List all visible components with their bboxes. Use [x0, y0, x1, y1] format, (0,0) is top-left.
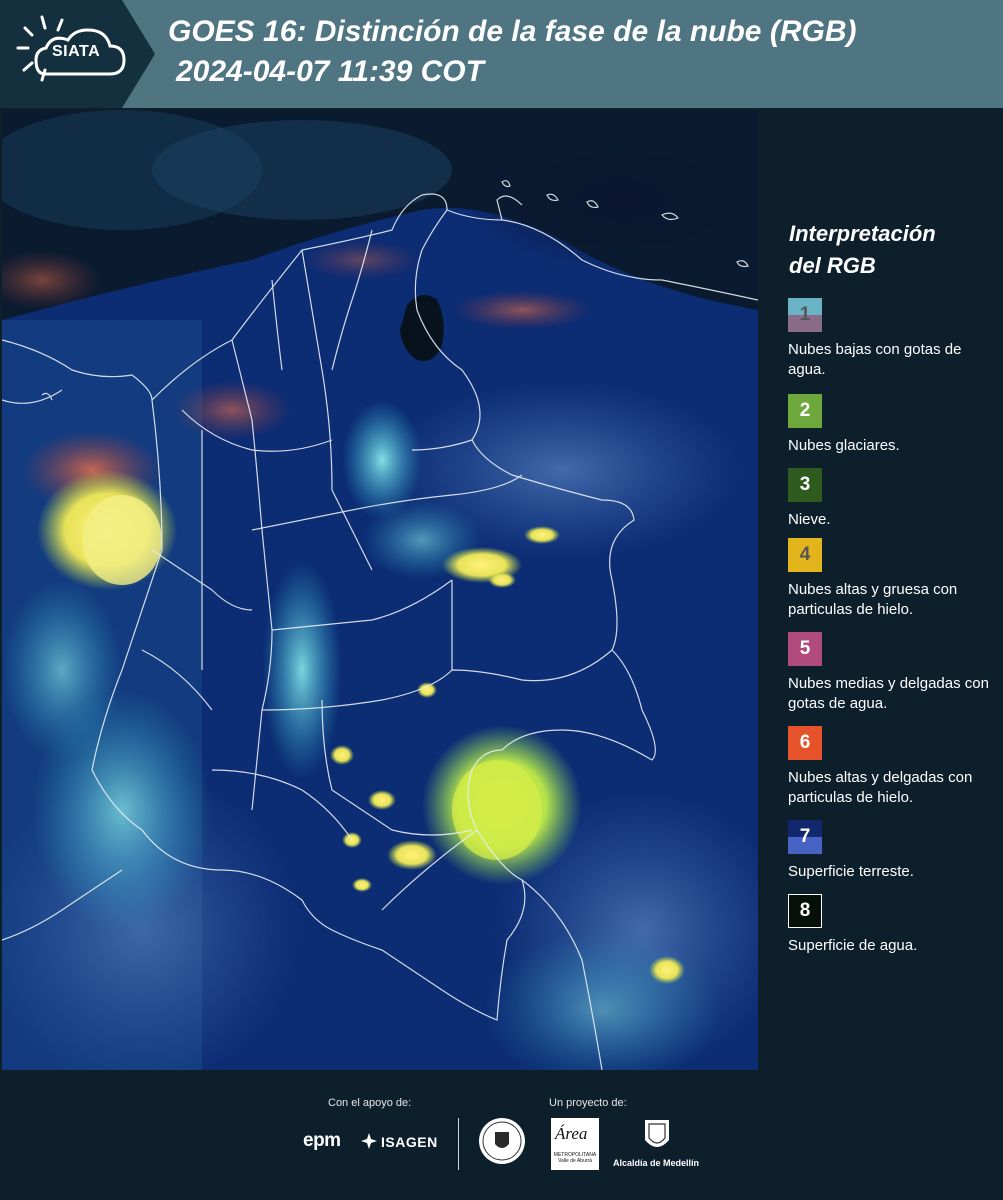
support-label: Con el apoyo de:: [328, 1097, 412, 1109]
epm-logo: epm: [303, 1130, 341, 1151]
university-seal-icon: [479, 1118, 525, 1164]
area-logo-subtext: METROPOLITANA Valle de Aburrá: [553, 1152, 597, 1164]
legend-swatch-number: 8: [799, 900, 811, 921]
footer: Con el apoyo de: Un proyecto de: epm ISA…: [0, 1070, 1003, 1200]
project-label: Un proyecto de:: [549, 1097, 627, 1109]
legend-item-2: 2 Nubes glaciares.: [788, 394, 1000, 456]
legend-label: Superficie terreste.: [788, 863, 914, 880]
legend-label: Nubes bajas con gotas de agua.: [788, 341, 962, 378]
isagen-logo: ISAGEN: [381, 1134, 438, 1150]
legend-swatch-number: 2: [799, 400, 811, 421]
legend-label: Nubes altas y gruesa con particulas de h…: [788, 581, 958, 618]
legend-item-1: 1 Nubes bajas con gotas de agua.: [788, 298, 1000, 380]
page-title: GOES 16: Distinción de la fase de la nub…: [168, 15, 857, 48]
legend-swatch-8: 8: [788, 894, 822, 928]
siata-logo: SIATA: [0, 0, 155, 108]
legend-swatch-1: 1: [788, 298, 822, 332]
legend-label: Nubes medias y delgadas con gotas de agu…: [788, 675, 989, 712]
isagen-icon: [361, 1133, 377, 1149]
siata-logo-text: SIATA: [52, 43, 101, 60]
medellin-shield-icon: [645, 1120, 669, 1147]
legend-swatch-number: 3: [799, 474, 811, 495]
legend-label: Superficie de agua.: [788, 937, 918, 954]
legend-swatch-number: 7: [799, 826, 811, 847]
legend-label: Nubes altas y delgadas con particulas de…: [788, 769, 973, 806]
legend-item-8: 8 Superficie de agua.: [788, 894, 1000, 956]
area-metropolitana-logo: Área METROPOLITANA Valle de Aburrá: [551, 1118, 599, 1170]
legend-title: Interpretación del RGB: [789, 218, 989, 282]
area-logo-text: Área: [555, 1124, 588, 1143]
legend-title-line2: del RGB: [789, 253, 876, 278]
legend-label: Nieve.: [788, 511, 831, 528]
header: SIATA GOES 16: Distinción de la fase de …: [0, 0, 1003, 108]
legend-swatch-7: 7: [788, 820, 822, 854]
legend-swatch-4: 4: [788, 538, 822, 572]
legend-swatch-5: 5: [788, 632, 822, 666]
legend-swatch-3: 3: [788, 468, 822, 502]
legend-item-6: 6 Nubes altas y delgadas con particulas …: [788, 726, 1000, 808]
legend-swatch-2: 2: [788, 394, 822, 428]
legend-swatch-number: 6: [799, 732, 811, 753]
legend-swatch-number: 4: [799, 544, 811, 565]
alcaldia-medellin-logo: Alcaldía de Medellín: [613, 1158, 700, 1168]
legend-title-line1: Interpretación: [789, 221, 936, 246]
legend-label: Nubes glaciares.: [788, 437, 900, 454]
legend-swatch-6: 6: [788, 726, 822, 760]
legend-panel: Interpretación del RGB 1 Nubes bajas con…: [770, 110, 1003, 1070]
legend-swatch-number: 5: [799, 638, 811, 659]
legend-item-4: 4 Nubes altas y gruesa con particulas de…: [788, 538, 1000, 620]
page-subtitle: 2024-04-07 11:39 COT: [176, 55, 484, 88]
satellite-rgb-image: [2, 110, 758, 1070]
legend-item-3: 3 Nieve.: [788, 468, 1000, 530]
legend-item-7: 7 Superficie terreste.: [788, 820, 1000, 882]
footer-divider: [458, 1118, 459, 1170]
legend-swatch-number: 1: [799, 304, 811, 325]
legend-item-5: 5 Nubes medias y delgadas con gotas de a…: [788, 632, 1000, 714]
